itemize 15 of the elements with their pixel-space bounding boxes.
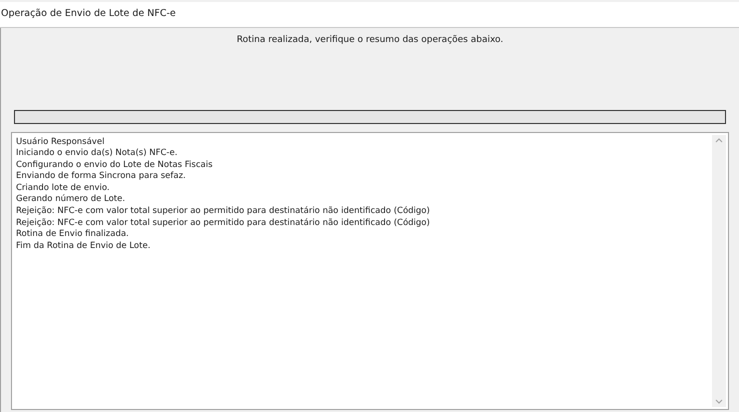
status-message: Rotina realizada, verifique o resumo das operações abaixo.	[236, 34, 504, 47]
log-line: Gerando número de Lote.	[16, 194, 126, 206]
scroll-up-icon[interactable]	[715, 138, 723, 142]
scroll-down-icon[interactable]	[715, 399, 723, 404]
window-title: Operação de Envio de Lote de NFC-e	[0, 7, 176, 22]
log-line: Enviando de forma Sincrona para sefaz.	[16, 171, 187, 183]
log-line: Rotina de Envio finalizada.	[16, 229, 130, 241]
scrollbar[interactable]	[712, 134, 726, 407]
log-line: Criando lote de envio.	[16, 182, 111, 194]
log-line: Rejeição: NFC-e com valor total superior ao permitido para destinatário não identificado (Código)	[16, 218, 431, 230]
log-line: Fim da Rotina de Envio de Lote.	[16, 240, 152, 252]
log-line: Configurando o envio do Lote de Notas Fiscais	[16, 160, 214, 172]
log-line: Rejeição: NFC-e com valor total superior ao permitido para destinatário não identificado (Código)	[16, 206, 431, 218]
log-line: Usuário Responsável	[16, 136, 106, 148]
log-line: Iniciando o envio da(s) Nota(s) NFC-e.	[16, 148, 178, 160]
